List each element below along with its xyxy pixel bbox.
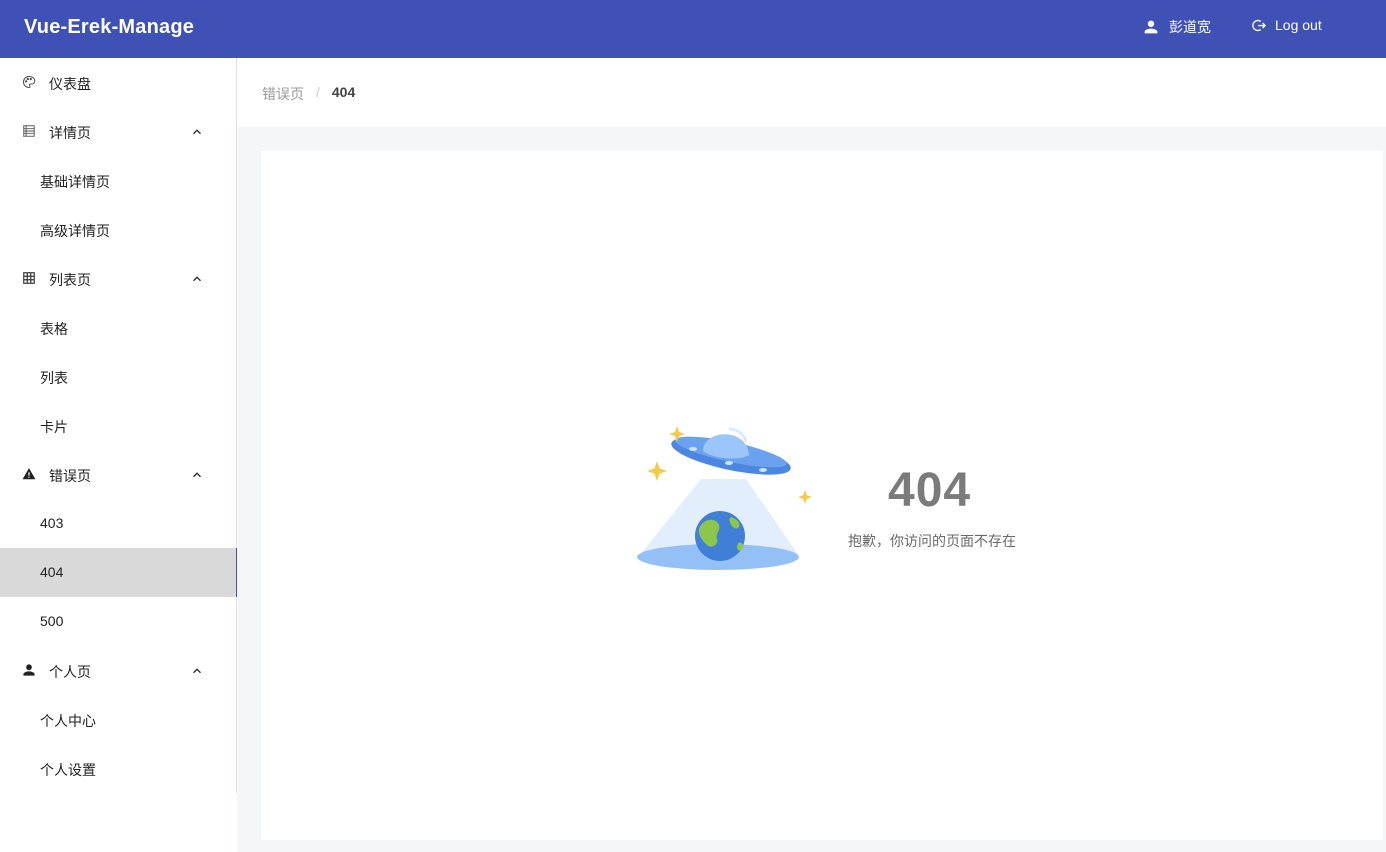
sidebar-item-label: 错误页 xyxy=(49,468,91,484)
breadcrumb-bar: 错误页 / 404 xyxy=(237,58,1386,127)
top-app-bar: Vue-Erek-Manage 彭道宽 Log out xyxy=(0,0,1386,58)
person-icon xyxy=(1143,19,1159,35)
sidebar-item-403[interactable]: 403 xyxy=(0,499,237,548)
sidebar-item-label: 列表页 xyxy=(49,272,91,288)
sidebar-item-label: 403 xyxy=(40,515,64,531)
sidebar-item-details[interactable]: 详情页 xyxy=(0,107,237,156)
sidebar-item-label: 表格 xyxy=(40,321,68,337)
sidebar-item-label: 列表 xyxy=(40,370,68,386)
sidebar-item-error-pages[interactable]: 错误页 xyxy=(0,450,237,499)
sidebar-item-personal-settings[interactable]: 个人设置 xyxy=(0,744,237,793)
palette-icon xyxy=(21,74,37,90)
sidebar-item-label: 高级详情页 xyxy=(40,223,110,239)
sidebar-item-label: 个人中心 xyxy=(40,713,96,729)
sidebar-item-404[interactable]: 404 xyxy=(0,548,237,597)
sidebar-item-basic-detail[interactable]: 基础详情页 xyxy=(0,156,237,205)
sidebar-item-label: 500 xyxy=(40,613,64,629)
chevron-up-icon[interactable] xyxy=(190,272,204,286)
breadcrumb-current: 404 xyxy=(331,84,356,100)
error-code: 404 xyxy=(888,464,972,517)
sidebar-item-personal-center[interactable]: 个人中心 xyxy=(0,695,237,744)
error-message: 抱歉，你访问的页面不存在 xyxy=(848,533,1016,549)
sidebar-item-personal[interactable]: 个人页 xyxy=(0,646,237,695)
sidebar-item-label: 基础详情页 xyxy=(40,174,110,190)
chevron-up-icon[interactable] xyxy=(190,664,204,678)
sidebar-item-label: 个人页 xyxy=(49,664,91,680)
person-icon xyxy=(21,662,37,678)
sidebar-item-500[interactable]: 500 xyxy=(0,597,237,646)
warning-icon xyxy=(21,466,37,482)
sidebar-item-label: 仪表盘 xyxy=(49,76,91,92)
logout-button[interactable]: Log out xyxy=(1252,17,1322,33)
sidebar: 仪表盘 详情页 基础详情页 高级详情页 列表页 表格 列表 卡片 错误页 403… xyxy=(0,58,237,852)
chevron-up-icon[interactable] xyxy=(190,125,204,139)
error-card: 404 抱歉，你访问的页面不存在 xyxy=(261,151,1383,840)
breadcrumb-separator: / xyxy=(316,84,320,100)
grid-icon xyxy=(21,270,37,286)
sidebar-item-dashboard[interactable]: 仪表盘 xyxy=(0,58,237,107)
sidebar-item-label: 详情页 xyxy=(49,125,91,141)
sidebar-item-label: 个人设置 xyxy=(40,762,96,778)
user-menu[interactable]: 彭道宽 xyxy=(1143,17,1211,37)
sidebar-item-table[interactable]: 表格 xyxy=(0,303,237,352)
sidebar-item-list[interactable]: 列表 xyxy=(0,352,237,401)
logout-label: Log out xyxy=(1275,17,1322,33)
sidebar-item-card[interactable]: 卡片 xyxy=(0,401,237,450)
ufo-earth-illustration xyxy=(637,426,812,570)
logout-icon xyxy=(1252,18,1267,33)
chevron-up-icon[interactable] xyxy=(190,468,204,482)
sidebar-item-label: 404 xyxy=(40,564,64,580)
sidebar-item-label: 卡片 xyxy=(40,419,68,435)
breadcrumb: 错误页 / 404 xyxy=(262,84,355,104)
sidebar-item-advanced-detail[interactable]: 高级详情页 xyxy=(0,205,237,254)
sidebar-item-list-pages[interactable]: 列表页 xyxy=(0,254,237,303)
breadcrumb-link-error-pages[interactable]: 错误页 xyxy=(262,84,304,104)
app-title[interactable]: Vue-Erek-Manage xyxy=(24,16,194,39)
list-detail-icon xyxy=(21,123,37,139)
user-name: 彭道宽 xyxy=(1169,19,1211,35)
